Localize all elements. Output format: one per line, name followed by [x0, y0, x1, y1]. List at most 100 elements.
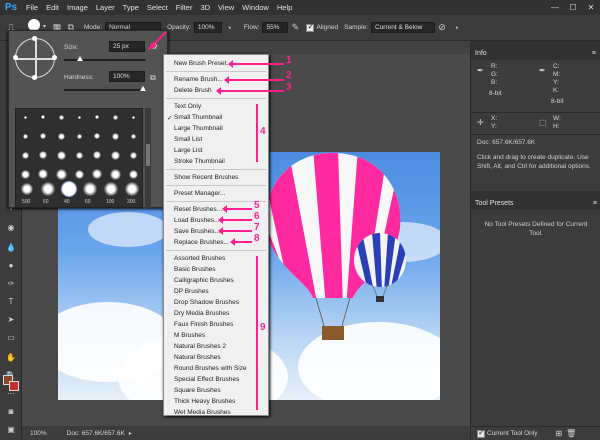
menu-wet-media-brushes[interactable]: Wet Media Brushes — [174, 409, 231, 416]
menu-replace-brushes[interactable]: Replace Brushes... — [174, 239, 229, 246]
pressure-opacity-icon[interactable]: ◔ — [222, 21, 236, 35]
menu-delete-brush[interactable]: Delete Brush — [174, 87, 212, 94]
menu-natural-brushes[interactable]: Natural Brushes — [174, 354, 221, 361]
type-tool-icon[interactable]: T — [4, 295, 18, 307]
selected-brush-thumbnail[interactable] — [61, 181, 77, 197]
brush-preset-thumbnail[interactable] — [56, 150, 66, 160]
hardness-slider-thumb[interactable] — [140, 86, 146, 91]
brush-preset-thumbnail[interactable] — [21, 151, 29, 159]
brush-preset-thumbnail[interactable] — [109, 168, 121, 180]
menu-natural-brushes-2[interactable]: Natural Brushes 2 — [174, 343, 226, 350]
brush-preset-thumbnail[interactable] — [41, 115, 45, 119]
menu-thick-heavy-brushes[interactable]: Thick Heavy Brushes — [174, 398, 235, 405]
menu-special-effect-brushes[interactable]: Special Effect Brushes — [174, 376, 239, 383]
brush-angle-roundness-dial[interactable] — [13, 36, 57, 80]
menu-small-thumbnail[interactable]: Small Thumbnail — [174, 114, 222, 121]
menu-small-list[interactable]: Small List — [174, 136, 202, 143]
menu-select[interactable]: Select — [143, 0, 172, 15]
menu-rename-brush[interactable]: Rename Brush... — [174, 76, 223, 83]
brush-preset-thumbnail[interactable] — [92, 169, 102, 179]
info-panel-title[interactable]: Info — [475, 50, 487, 57]
hardness-slider[interactable] — [64, 86, 146, 91]
menu-text-only[interactable]: Text Only — [174, 103, 201, 110]
menu-new-brush-preset[interactable]: New Brush Preset... — [174, 60, 232, 67]
tool-presets-title[interactable]: Tool Presets — [475, 200, 514, 207]
menu-faux-finish-brushes[interactable]: Faux Finish Brushes — [174, 321, 233, 328]
menu-reset-brushes[interactable]: Reset Brushes... — [174, 206, 222, 213]
paint-bucket-tool-icon[interactable]: ◉ — [4, 221, 18, 233]
menu-preset-manager[interactable]: Preset Manager... — [174, 190, 225, 197]
brush-preset-thumbnail[interactable] — [38, 169, 48, 179]
menu-type[interactable]: Type — [119, 0, 143, 15]
brush-preset-thumbnail[interactable] — [125, 182, 139, 196]
hand-tool-icon[interactable]: ✋ — [4, 351, 18, 363]
screen-mode-icon[interactable]: ▣ — [4, 423, 18, 435]
brush-grid-scrollbar[interactable] — [145, 108, 151, 208]
brush-preset-thumbnail[interactable] — [110, 150, 120, 160]
size-slider-thumb[interactable] — [77, 56, 84, 61]
menu-calligraphic-brushes[interactable]: Calligraphic Brushes — [174, 277, 234, 284]
brush-preset-thumbnail[interactable] — [75, 151, 83, 159]
new-preset-from-brush-icon[interactable]: ⧉ — [150, 73, 156, 83]
aligned-checkbox[interactable] — [306, 22, 315, 32]
size-slider[interactable] — [64, 56, 146, 61]
brush-preset-thumbnail[interactable] — [112, 114, 118, 120]
brush-preset-thumbnail[interactable] — [83, 182, 97, 196]
menu-window[interactable]: Window — [238, 0, 273, 15]
quick-mask-icon[interactable]: ◙ — [4, 405, 18, 417]
menu-load-brushes[interactable]: Load Brushes... — [174, 217, 220, 224]
brush-preset-thumbnail[interactable] — [55, 168, 67, 180]
panel-menu-icon[interactable]: ≡ — [592, 50, 596, 57]
brush-preset-thumbnail[interactable] — [41, 182, 55, 196]
menu-large-thumbnail[interactable]: Large Thumbnail — [174, 125, 223, 132]
rectangle-tool-icon[interactable]: ▭ — [4, 331, 18, 343]
menu-basic-brushes[interactable]: Basic Brushes — [174, 266, 216, 273]
minimize-button[interactable]: — — [546, 0, 564, 15]
ignore-adjustment-layers-icon[interactable]: ⊘ — [435, 21, 449, 35]
brush-preset-thumbnail[interactable] — [40, 133, 46, 139]
status-chevron-icon[interactable]: ▸ — [129, 430, 132, 437]
menu-round-brushes-with-size[interactable]: Round Brushes with Size — [174, 365, 247, 372]
menu-stroke-thumbnail[interactable]: Stroke Thumbnail — [174, 158, 225, 165]
trash-icon[interactable]: 🗑 — [566, 429, 576, 438]
brush-preset-thumbnail[interactable] — [22, 133, 28, 139]
flow-field[interactable]: 55% — [262, 22, 289, 33]
menu-large-list[interactable]: Large List — [174, 147, 203, 154]
path-selection-tool-icon[interactable]: ➤ — [4, 313, 18, 325]
menu-filter[interactable]: Filter — [172, 0, 197, 15]
maximize-button[interactable]: ☐ — [564, 0, 582, 15]
brush-preset-thumbnail[interactable] — [74, 169, 84, 179]
brush-preset-thumbnail[interactable] — [57, 132, 65, 140]
menu-file[interactable]: File — [22, 0, 42, 15]
background-color-swatch[interactable] — [9, 381, 19, 391]
close-button[interactable]: ✕ — [582, 0, 600, 15]
brush-preset-thumbnail[interactable] — [39, 151, 47, 159]
menu-show-recent-brushes[interactable]: Show Recent Brushes — [174, 174, 238, 181]
menu-m-brushes[interactable]: M Brushes — [174, 332, 205, 339]
menu-view[interactable]: View — [214, 0, 238, 15]
current-tool-only-checkbox[interactable] — [477, 428, 485, 438]
menu-drop-shadow-brushes[interactable]: Drop Shadow Brushes — [174, 299, 239, 306]
airbrush-icon[interactable]: ✎ — [288, 21, 302, 35]
menu-dp-brushes[interactable]: DP Brushes — [174, 288, 209, 295]
menu-3d[interactable]: 3D — [196, 0, 214, 15]
menu-square-brushes[interactable]: Square Brushes — [174, 387, 221, 394]
blur-tool-icon[interactable]: 💧 — [4, 241, 18, 253]
brush-preset-thumbnail[interactable] — [76, 133, 82, 139]
brush-preset-thumbnail[interactable] — [20, 169, 30, 179]
brush-preset-thumbnail[interactable] — [128, 169, 138, 179]
pen-tool-icon[interactable]: ✑ — [4, 277, 18, 289]
brush-preset-thumbnail[interactable] — [131, 115, 135, 119]
scrollbar-thumb[interactable] — [146, 144, 150, 166]
opacity-field[interactable]: 100% — [193, 22, 222, 33]
menu-help[interactable]: Help — [273, 0, 296, 15]
hardness-field[interactable]: 100% — [109, 71, 145, 82]
brush-preset-thumbnail[interactable] — [58, 114, 64, 120]
new-preset-icon[interactable]: ⊞ — [555, 429, 562, 438]
menu-assorted-brushes[interactable]: Assorted Brushes — [174, 255, 225, 262]
pressure-size-icon[interactable]: ◔ — [449, 21, 463, 35]
dodge-tool-icon[interactable]: ● — [4, 259, 18, 271]
brush-preset-thumbnail[interactable] — [95, 115, 99, 119]
brush-preset-thumbnail[interactable] — [77, 115, 81, 119]
brush-preset-thumbnail[interactable] — [21, 183, 33, 195]
